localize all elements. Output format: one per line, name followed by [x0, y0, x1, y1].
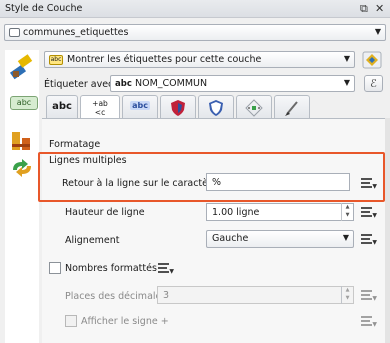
chevron-down-icon: ▼	[342, 233, 349, 242]
decimals-label: Places des décimales	[65, 291, 167, 302]
spin-arrows-icon[interactable]: ▲ ▼	[341, 203, 353, 221]
line-height-label: Hauteur de ligne	[65, 207, 145, 218]
data-defined-button[interactable]: ▼	[158, 262, 174, 275]
line-height-value: 1.00 ligne	[212, 207, 260, 218]
rendering-brush-icon	[285, 101, 298, 116]
formatted-numbers-label: Nombres formattés	[65, 263, 157, 274]
decimals-value: 3	[163, 290, 170, 301]
tab-bar: abc +ab <c abc	[42, 95, 386, 120]
alignment-label: Alignement	[65, 235, 120, 246]
sidebar-tab-labels-text: abc	[16, 98, 32, 107]
tab-shadow[interactable]	[198, 95, 234, 119]
sidebar-tab-labels[interactable]: abc	[10, 96, 38, 110]
window-title: Style de Couche	[5, 3, 83, 14]
tab-placement[interactable]	[236, 95, 272, 119]
text-icon: abc	[52, 101, 72, 112]
tab-background[interactable]	[160, 95, 196, 119]
label-with-label: Étiqueter avec	[44, 79, 114, 90]
actions-icon[interactable]	[10, 158, 34, 178]
formatting-icon: +ab <c	[92, 99, 108, 117]
layer-select-value: communes_etiquettes	[23, 27, 129, 38]
tab-buffer[interactable]: abc	[122, 95, 158, 119]
label-field-select[interactable]: abc NOM_COMMUN ▼	[110, 75, 355, 92]
diagram-icon[interactable]	[10, 130, 34, 152]
label-mode-select[interactable]: abc Montrer les étiquettes pour cette co…	[44, 51, 355, 68]
decimals-spinbox[interactable]: 3 ▲ ▼	[157, 286, 354, 304]
paint-brush-icon[interactable]	[9, 54, 35, 80]
show-plus-sign-label: Afficher le signe +	[81, 316, 169, 327]
alignment-value: Gauche	[212, 233, 249, 244]
data-defined-button[interactable]: ▼	[361, 206, 377, 219]
shadow-icon	[209, 100, 223, 116]
title-bar: Style de Couche ⧉ ✕	[0, 0, 390, 18]
data-defined-button[interactable]: ▼	[361, 315, 377, 328]
layer-select[interactable]: communes_etiquettes ▼	[4, 24, 386, 41]
restore-icon[interactable]: ⧉	[360, 2, 368, 16]
field-type-icon: abc	[115, 79, 132, 89]
wrap-char-label: Retour à la ligne sur le caractère	[62, 178, 218, 189]
settings-diamond-icon[interactable]	[362, 51, 382, 69]
close-icon[interactable]: ✕	[375, 2, 384, 16]
alignment-select[interactable]: Gauche ▼	[206, 230, 354, 248]
line-height-spinbox[interactable]: 1.00 ligne ▲ ▼	[206, 203, 354, 221]
data-defined-button[interactable]: ▼	[361, 233, 377, 246]
placement-icon	[245, 99, 263, 117]
buffer-icon: abc	[130, 101, 150, 110]
label-field-value: NOM_COMMUN	[135, 78, 208, 89]
chevron-down-icon: ▼	[343, 54, 350, 63]
tab-formatting[interactable]: +ab <c	[80, 95, 120, 120]
label-mode-icon: abc	[49, 55, 63, 65]
show-plus-sign-checkbox[interactable]	[65, 315, 77, 327]
scrollbar[interactable]	[385, 118, 390, 343]
chevron-down-icon: ▼	[343, 78, 350, 87]
wrap-char-input[interactable]: %	[206, 173, 350, 191]
label-mode-value: Montrer les étiquettes pour cette couche	[67, 54, 262, 65]
expression-icon: ℰ	[370, 77, 377, 90]
data-defined-button[interactable]: ▼	[361, 289, 377, 302]
spin-arrows-icon[interactable]: ▲ ▼	[341, 286, 353, 304]
formatted-numbers-checkbox[interactable]	[49, 262, 61, 274]
background-shield-icon	[171, 100, 185, 116]
tab-text[interactable]: abc	[46, 95, 78, 119]
data-defined-button[interactable]: ▼	[361, 177, 377, 190]
expression-button[interactable]: ℰ	[364, 75, 383, 92]
sidebar	[5, 50, 39, 343]
tab-rendering[interactable]	[274, 95, 310, 119]
formatting-heading: Formatage	[49, 139, 101, 150]
layer-icon	[9, 28, 20, 37]
wrap-char-value: %	[212, 177, 222, 188]
chevron-down-icon: ▼	[374, 27, 381, 36]
